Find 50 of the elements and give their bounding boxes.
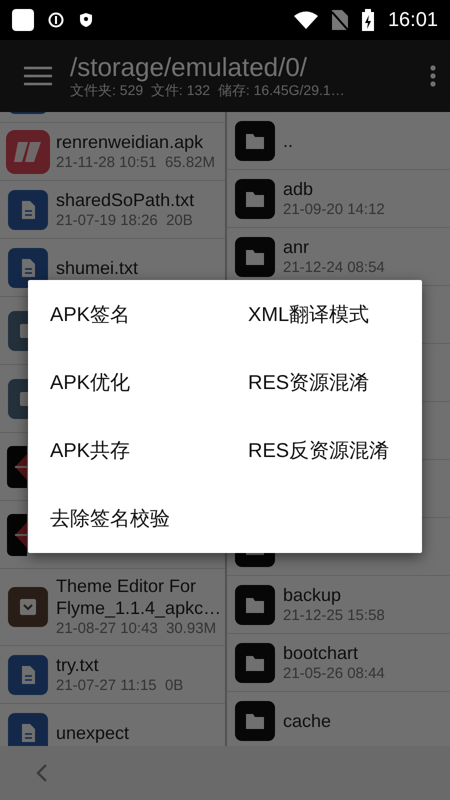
app-icon (7, 446, 27, 488)
folder-icon (235, 120, 275, 160)
file-name: cache (283, 710, 332, 732)
document-icon (8, 190, 48, 230)
file-info: 21-07-27 11:15 0B (56, 676, 184, 696)
clock: 16:01 (388, 8, 438, 32)
file-info: 21-08-27 10:43 30.93M (56, 619, 218, 639)
document-icon (8, 654, 48, 694)
menu-item[interactable]: APK优化 (28, 348, 226, 416)
file-name: Theme Editor For Flyme_1.1.4_apkc… (56, 575, 221, 619)
file-info: 21-05-26 08:44 (283, 664, 385, 684)
more-icon[interactable] (430, 65, 436, 87)
file-name: shumei.txt (56, 256, 138, 278)
folder-icon (235, 584, 275, 624)
file-name: sharedSoPath.txt (56, 188, 194, 210)
file-name: adb (283, 178, 314, 200)
folder-icon (235, 642, 275, 682)
no-sim-icon (332, 10, 348, 30)
file-info: 21-12-25 15:58 (283, 606, 385, 626)
package-icon (8, 587, 48, 627)
app-icon (6, 130, 50, 174)
app-icon (7, 514, 27, 556)
battery-charging-icon (362, 9, 374, 31)
shield-icon (78, 12, 94, 28)
file-name: .. (283, 130, 294, 152)
document-icon (8, 712, 48, 746)
menu-icon[interactable] (24, 66, 52, 86)
file-info: 21-12-24 08:54 (283, 258, 385, 278)
menu-item[interactable]: RES资源混淆 (226, 348, 422, 416)
folder-icon (235, 700, 275, 740)
storage-summary: 文件夹: 529 文件: 132 储存: 16.45G/29.1… (70, 82, 346, 100)
file-name: renrenweidian.apk (56, 130, 204, 152)
menu-item[interactable]: 去除签名校验 (28, 484, 226, 552)
menu-item[interactable]: APK共存 (28, 416, 226, 484)
file-name: anr (283, 236, 310, 258)
folder-icon (235, 236, 275, 276)
file-name: try.txt (56, 654, 100, 676)
back-icon[interactable] (36, 763, 48, 783)
menu-item[interactable]: RES反资源混淆 (226, 416, 422, 484)
file-name: unexpect (56, 722, 130, 744)
file-info: 21-09-20 14:12 (283, 200, 385, 220)
wifi-icon (294, 11, 318, 29)
file-info: 21-07-19 18:26 20B (56, 210, 194, 230)
path-title: /storage/emulated/0/ (70, 52, 308, 82)
info-icon (48, 12, 64, 28)
file-name: backup (283, 584, 342, 606)
file-info: 21-11-28 10:51 65.82M (56, 152, 216, 172)
folder-icon (235, 178, 275, 218)
notification-icon (12, 9, 34, 31)
file-name: bootchart (283, 642, 360, 664)
